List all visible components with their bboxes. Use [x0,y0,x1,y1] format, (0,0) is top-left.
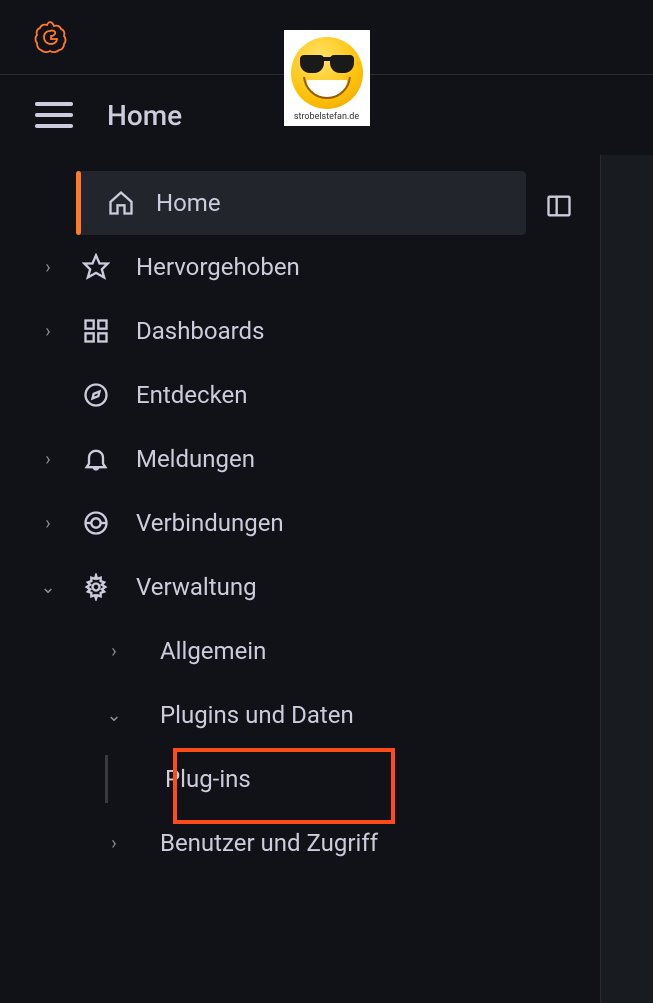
chevron-right-icon: › [94,641,134,662]
sub-label: Plugins und Daten [160,701,354,729]
bell-icon [68,445,124,473]
sub-label: Benutzer und Zugriff [160,829,378,857]
grafana-logo-icon[interactable] [32,19,68,55]
nav-sub-general[interactable]: › Allgemein [0,619,600,683]
nav-sub-plugins-data[interactable]: ⌄ Plugins und Daten [0,683,600,747]
nav-label: Verwaltung [136,573,257,601]
nav-item-dashboards[interactable]: › Dashboards [0,299,600,363]
nav-item-home[interactable]: Home [76,171,526,235]
gear-icon [68,573,124,601]
nav-label: Meldungen [136,445,255,473]
compass-icon [68,381,124,409]
sub-label: Allgemein [160,637,266,665]
dock-sidebar-icon[interactable] [545,192,573,220]
nav-label: Verbindungen [136,509,284,537]
dashboard-icon [68,317,124,345]
badge-text: strobelstefan.de [294,112,359,122]
nav-label: Dashboards [136,317,264,345]
brand-badge: strobelstefan.de [284,30,370,126]
chevron-right-icon: › [28,513,68,534]
nav-sub-users-access[interactable]: › Benutzer und Zugriff [0,811,600,875]
nav-item-starred[interactable]: › Hervorgehoben [0,235,600,299]
nav-item-explore[interactable]: › Entdecken [0,363,600,427]
nav-label: Entdecken [136,381,247,409]
star-icon [68,253,124,281]
chevron-down-icon: ⌄ [94,705,134,726]
nav-sub-sub-plugins[interactable]: Plug-ins [105,747,600,811]
nav-label: Home [156,189,221,217]
chevron-down-icon: ⌄ [28,577,68,598]
chevron-right-icon: › [28,321,68,342]
tree-line [105,755,108,803]
chevron-right-icon: › [28,449,68,470]
sub-sub-label: Plug-ins [165,765,251,793]
chevron-right-icon: › [28,257,68,278]
breadcrumb-title[interactable]: Home [107,99,182,132]
smiley-icon [291,37,363,109]
nav-item-alerting[interactable]: › Meldungen [0,427,600,491]
home-icon [100,189,142,217]
nav-label: Hervorgehoben [136,253,300,281]
connections-icon [68,509,124,537]
right-panel-edge [600,155,653,1003]
hamburger-menu-icon[interactable] [35,102,73,128]
nav-item-connections[interactable]: › Verbindungen [0,491,600,555]
nav-item-administration[interactable]: ⌄ Verwaltung [0,555,600,619]
sidebar-nav: Home › Hervorgehoben › Dashboards › Entd… [0,155,600,875]
chevron-right-icon: › [94,833,134,854]
